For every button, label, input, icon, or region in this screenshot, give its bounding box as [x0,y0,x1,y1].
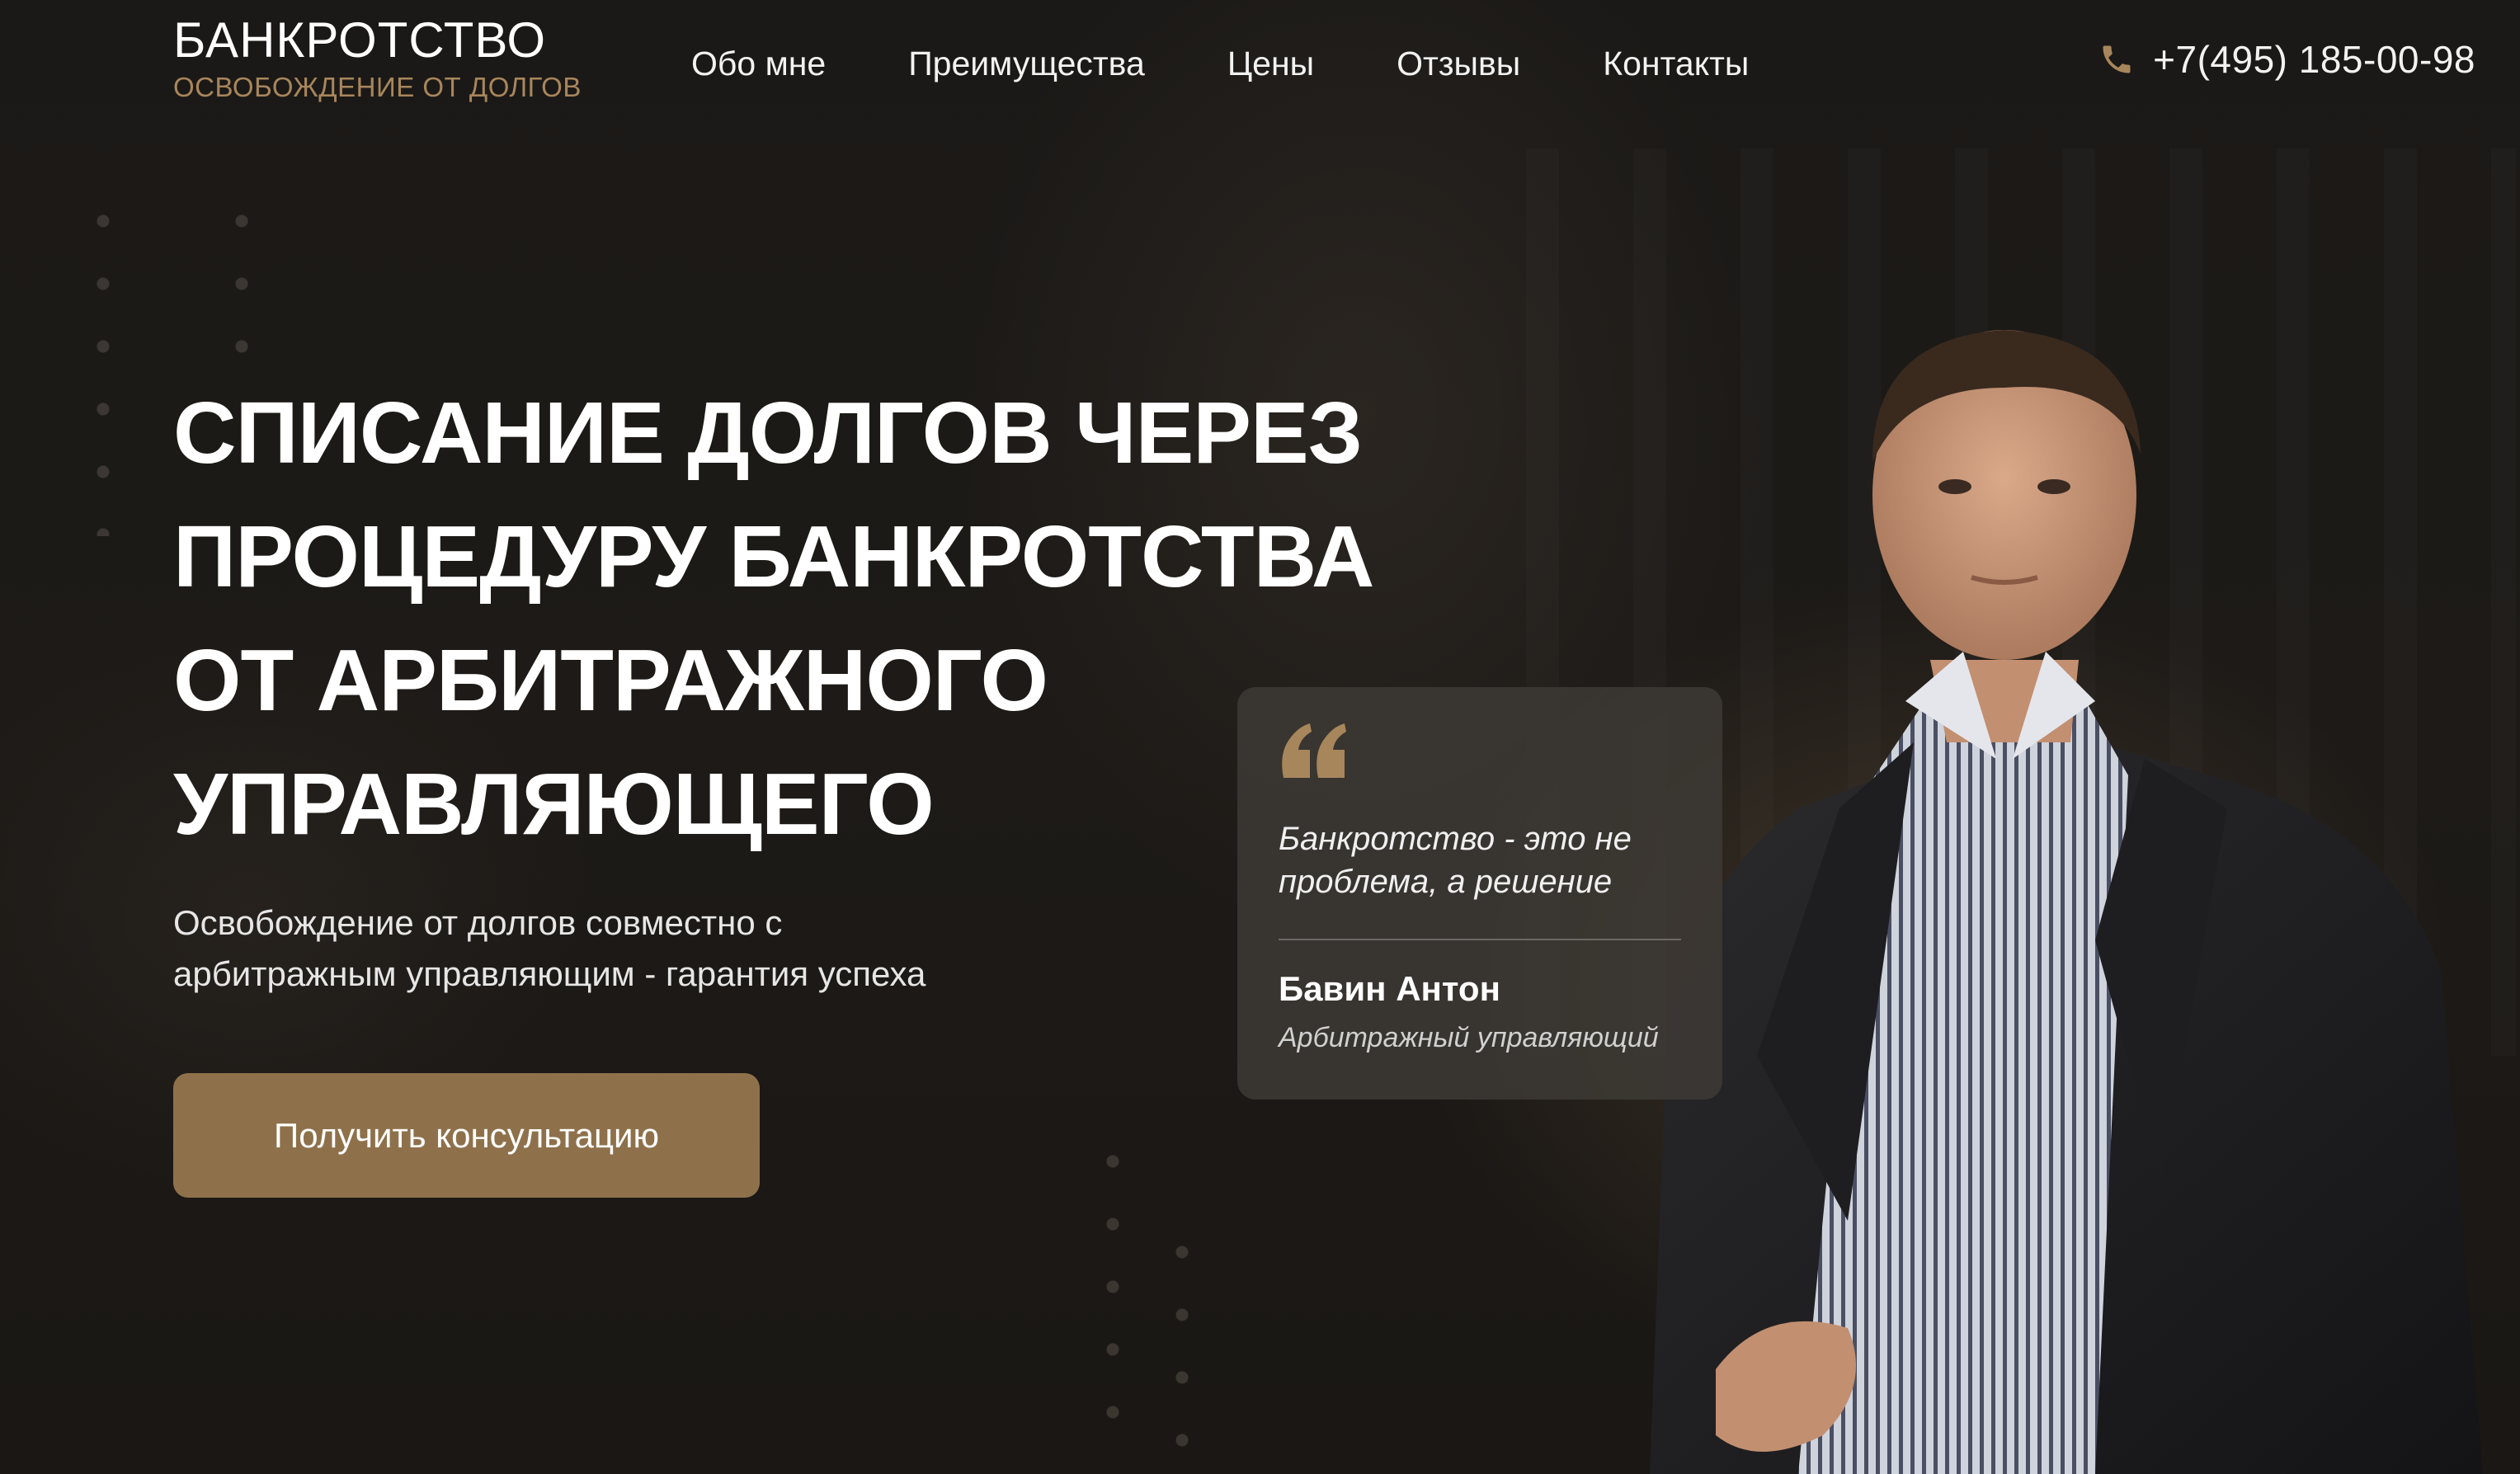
get-consultation-button[interactable]: Получить консультацию [173,1073,760,1198]
decorative-dots-left-2 [231,190,252,355]
logo-title: БАНКРОТСТВО [173,12,547,68]
quote-card: Банкротство - это не проблема, а решение… [1237,687,1722,1100]
nav-item-reviews[interactable]: Отзывы [1397,40,1520,87]
quote-author-name: Бавин Антон [1279,969,1500,1008]
phone-number: +7(495) 185-00-98 [2153,38,2475,81]
phone-icon [2103,45,2131,73]
decorative-dots-center [1102,1130,1123,1443]
person-photo [1650,330,2483,1474]
quote-divider [1279,939,1681,940]
logo-subtitle: ОСВОБОЖДЕНИЕ ОТ ДОЛГОВ [173,72,582,102]
hero-subtitle-line: Освобождение от долгов совместно с [173,903,783,942]
nav-item-contacts[interactable]: Контакты [1603,40,1749,87]
nav-item-advantages[interactable]: Преимущества [908,40,1145,87]
quote-text: Банкротство - это не проблема, а решение [1279,817,1691,903]
hero-title-line: ПРОЦЕДУРУ БАНКРОТСТВА [173,508,1374,605]
quote-author-role: Арбитражный управляющий [1279,1022,1659,1053]
quote-icon [1282,723,1346,778]
quote-text-line: Банкротство - это не [1279,821,1632,857]
quote-text-line: проблема, а решение [1279,864,1613,900]
decorative-dots-left [92,190,114,536]
hero-subtitle-line: арбитражным управляющим - гарантия успех… [173,954,926,993]
hero-title-line: СПИСАНИЕ ДОЛГОВ ЧЕРЕЗ [173,384,1363,482]
logo[interactable]: БАНКРОТСТВО ОСВОБОЖДЕНИЕ ОТ ДОЛГОВ [173,12,582,104]
decorative-dots-center-2 [1171,1221,1193,1468]
hero-subtitle: Освобождение от долгов совместно с арбит… [173,897,1081,1000]
nav-item-prices[interactable]: Цены [1227,40,1314,87]
main-nav: Обо мне Преимущества Цены Отзывы Контакт… [691,40,1831,87]
nav-item-about[interactable]: Обо мне [691,40,826,87]
phone-link[interactable]: +7(495) 185-00-98 [2098,35,2475,84]
